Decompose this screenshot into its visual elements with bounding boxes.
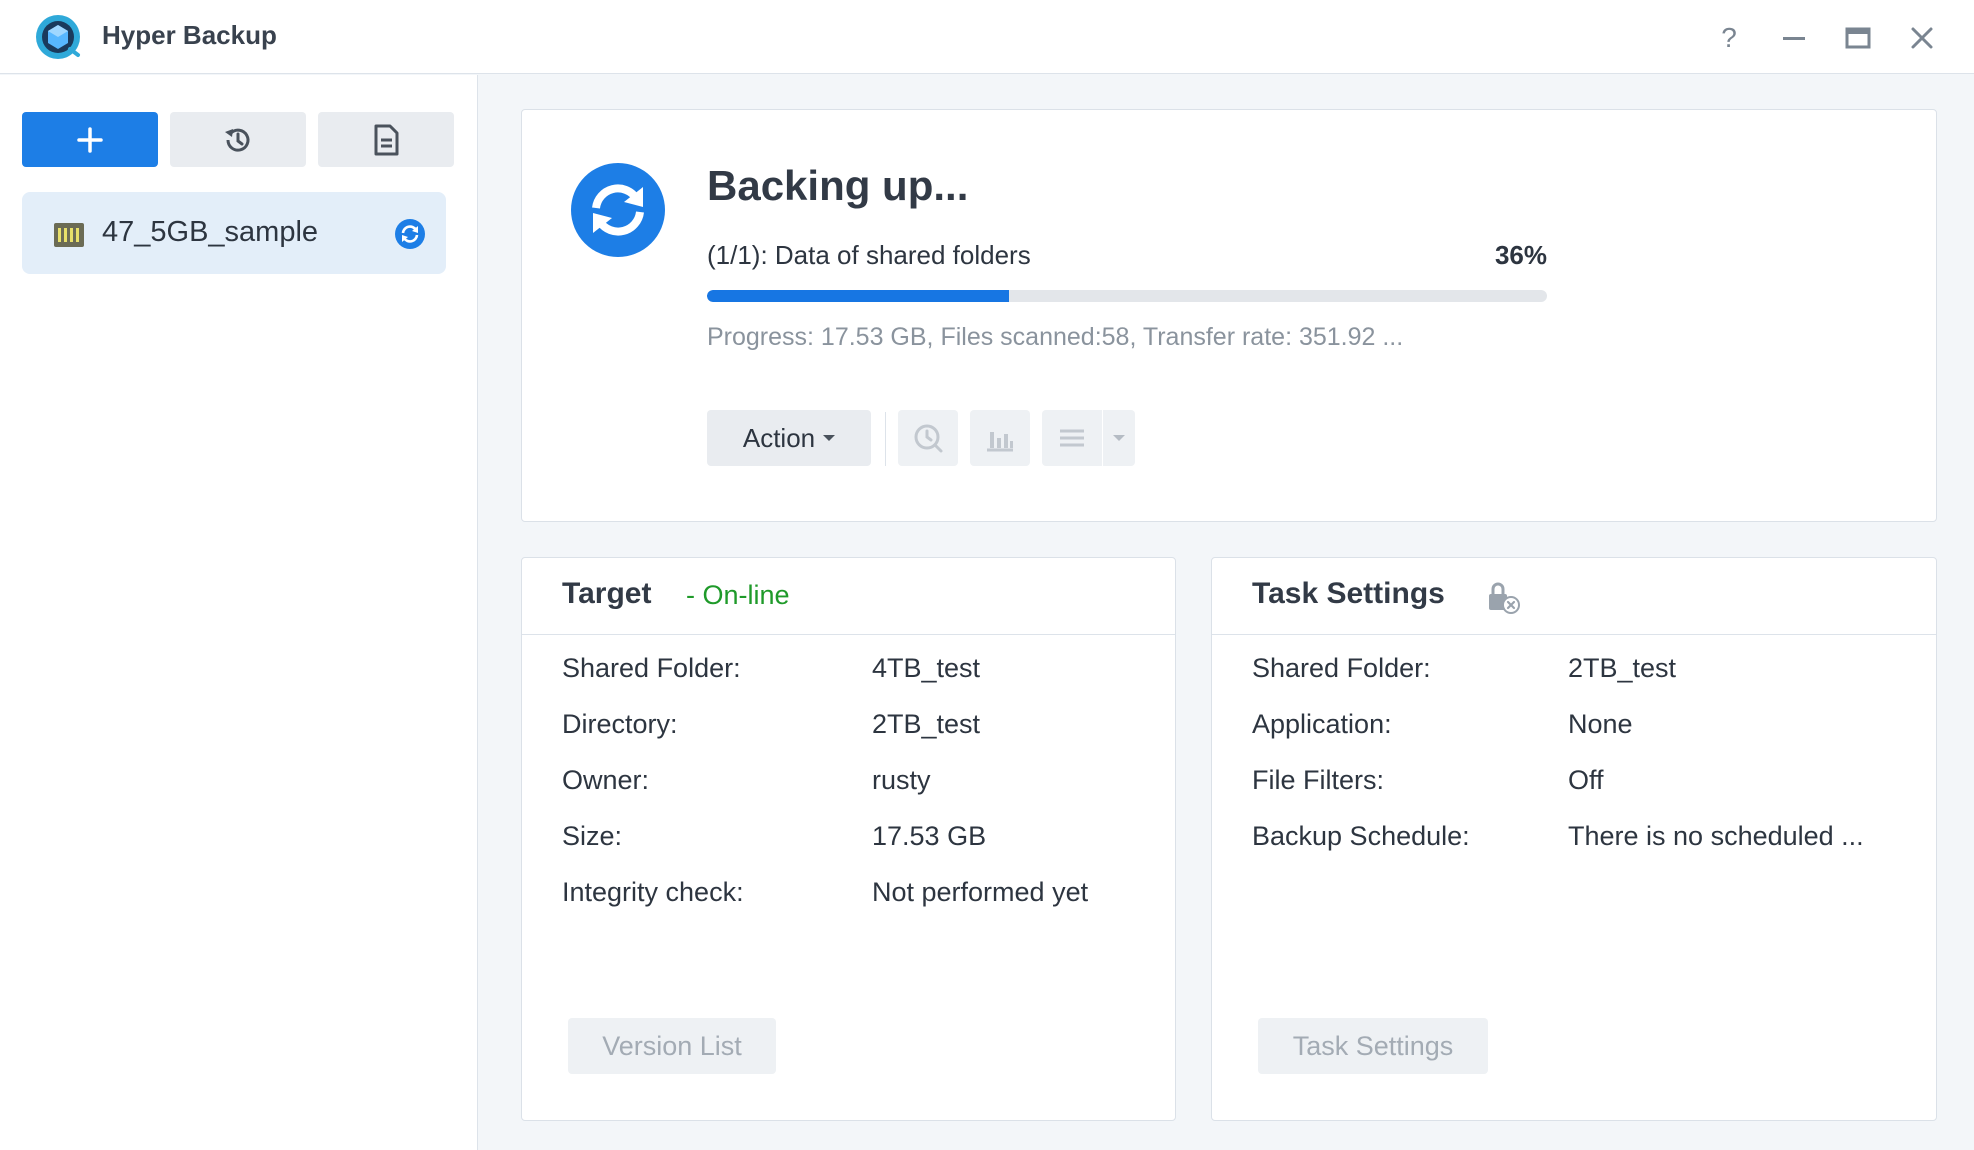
task-settings-header: Task Settings — [1212, 558, 1936, 635]
question-icon: ? — [1721, 22, 1737, 53]
target-row-label: Shared Folder: — [562, 653, 741, 683]
settings-row-value: None — [1568, 709, 1633, 739]
app-title: Hyper Backup — [102, 20, 277, 50]
minimize-button[interactable] — [1774, 18, 1814, 58]
backup-sync-icon — [571, 163, 665, 257]
progress-bar — [707, 290, 1547, 302]
settings-row-label: Shared Folder: — [1252, 653, 1431, 683]
history-icon — [225, 128, 250, 152]
restore-button[interactable] — [898, 410, 958, 466]
target-online-status: - On-line — [686, 580, 790, 610]
backup-status-panel: Backing up... (1/1): Data of shared fold… — [521, 109, 1937, 522]
create-task-button[interactable] — [22, 112, 158, 167]
target-row-value: Not performed yet — [872, 877, 1089, 907]
close-button[interactable] — [1902, 18, 1942, 58]
settings-row-value: Off — [1568, 765, 1604, 795]
help-button[interactable]: ? — [1709, 18, 1749, 58]
close-icon — [1911, 27, 1933, 49]
task-settings-title: Task Settings — [1252, 577, 1445, 610]
log-button[interactable] — [318, 112, 454, 167]
target-row-value: rusty — [872, 765, 931, 795]
target-row-label: Size: — [562, 821, 623, 851]
restore-clock-icon — [914, 424, 943, 453]
chevron-down-icon — [1113, 435, 1125, 441]
caret-down-icon — [823, 435, 836, 441]
action-label: Action — [742, 422, 816, 453]
hyper-backup-logo-icon — [36, 15, 80, 59]
restore-history-button[interactable] — [170, 112, 306, 167]
nas-device-icon — [54, 223, 84, 247]
list-menu-icon — [1060, 429, 1084, 447]
settings-row-label: Application: — [1252, 709, 1392, 739]
settings-row-label: File Filters: — [1252, 765, 1385, 795]
syncing-icon — [395, 219, 425, 249]
more-menu-button[interactable] — [1042, 410, 1102, 466]
stage-text: (1/1): Data of shared folders — [707, 240, 1031, 270]
target-row-value: 17.53 GB — [872, 821, 987, 851]
toolbar-divider — [885, 412, 886, 466]
settings-row-value: There is no scheduled ... — [1568, 821, 1864, 851]
version-list-button[interactable]: Version List — [568, 1018, 776, 1074]
status-title: Backing up... — [707, 162, 969, 209]
target-row-label: Directory: — [562, 709, 678, 739]
more-menu-dropdown-button[interactable] — [1103, 410, 1135, 466]
encryption-lock-icon — [1489, 582, 1520, 614]
maximize-icon — [1845, 27, 1871, 49]
task-settings-button[interactable]: Task Settings — [1258, 1018, 1488, 1074]
minimize-icon — [1783, 37, 1805, 40]
target-panel: Target - On-line Shared Folder: 4TB_test… — [521, 557, 1176, 1121]
settings-row-label: Backup Schedule: — [1252, 821, 1470, 851]
target-row-value: 4TB_test — [872, 653, 981, 683]
statistics-button[interactable] — [970, 410, 1030, 466]
sidebar: 47_5GB_sample — [0, 75, 478, 1150]
target-title: Target — [562, 577, 652, 610]
action-dropdown-button[interactable]: Action — [707, 410, 871, 466]
statistics-chart-icon — [987, 432, 1013, 452]
task-item-47-5gb-sample[interactable]: 47_5GB_sample — [22, 192, 446, 274]
title-bar: Hyper Backup ? — [0, 0, 1974, 74]
progress-detail: Progress: 17.53 GB, Files scanned:58, Tr… — [707, 323, 1404, 351]
plus-icon — [77, 126, 103, 153]
maximize-button[interactable] — [1838, 18, 1878, 58]
target-panel-header: Target - On-line — [522, 558, 1175, 635]
target-row-value: 2TB_test — [872, 709, 981, 739]
target-row-label: Integrity check: — [562, 877, 744, 907]
progress-percent: 36% — [1494, 240, 1547, 270]
settings-row-value: 2TB_test — [1568, 653, 1677, 683]
task-name: 47_5GB_sample — [102, 216, 319, 248]
progress-bar-fill — [707, 290, 1010, 302]
task-settings-panel: Task Settings Shared Folder: 2TB_test Ap… — [1211, 557, 1937, 1121]
log-document-icon — [374, 124, 399, 155]
target-row-label: Owner: — [562, 765, 650, 795]
